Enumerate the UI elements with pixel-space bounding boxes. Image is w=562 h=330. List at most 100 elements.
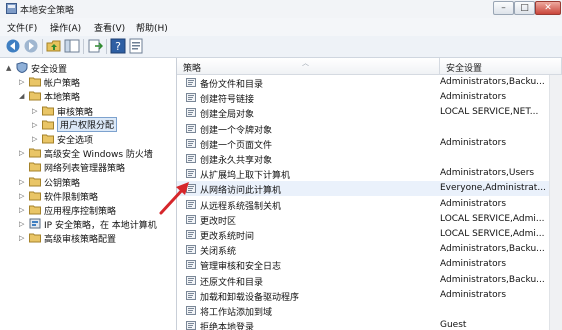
policy-name: 创建永久共享对象 xyxy=(200,156,273,166)
policy-name: 将工作站添加到域 xyxy=(200,308,273,318)
tree-item-label: 审核策略 xyxy=(57,107,94,118)
policy-icon xyxy=(186,229,197,240)
tree-item[interactable]: ▷ 公钥策略 xyxy=(0,175,176,189)
table-row[interactable]: 创建永久共享对象 xyxy=(177,151,562,166)
policy-name: 从扩展坞上取下计算机 xyxy=(200,171,291,182)
ipsec-icon xyxy=(29,218,41,229)
close-button[interactable]: ✕ xyxy=(535,1,561,15)
tree-toggle-icon[interactable]: ▷ xyxy=(19,233,26,243)
policy-icon xyxy=(186,153,197,164)
table-row[interactable]: 创建全局对象 LOCAL SERVICE,NET... xyxy=(177,105,562,120)
forward-icon[interactable] xyxy=(23,38,39,54)
policy-setting: Administrators xyxy=(440,198,507,209)
table-row[interactable]: 还原文件和目录 Administrators,Backu... xyxy=(177,273,562,288)
table-row[interactable]: 将工作站添加到域 xyxy=(177,303,562,318)
menu-file[interactable]: 文件(F) xyxy=(7,21,37,34)
table-row[interactable]: 从远程系统强制关机 Administrators xyxy=(177,197,562,212)
policy-list-pane: 策略 ︿ 安全设置 备份文件和目录 Administrators,Backu...… xyxy=(177,58,562,330)
tree-toggle-icon[interactable]: ▷ xyxy=(19,177,26,187)
tree-item-label: IP 安全策略，在 本地计算机 xyxy=(44,221,157,232)
annotation-arrow-icon xyxy=(159,182,189,215)
tree-item[interactable]: ▲ 安全设置 xyxy=(0,61,176,75)
show-tree-icon[interactable] xyxy=(64,38,80,54)
shield-icon xyxy=(16,61,28,74)
table-row[interactable]: 更改时区 LOCAL SERVICE,Admi... xyxy=(177,212,562,227)
folder-icon xyxy=(29,161,41,172)
tree-item[interactable]: ◢ 本地策略 xyxy=(0,89,176,103)
tree-toggle-icon[interactable]: ▷ xyxy=(19,191,26,201)
folder-icon xyxy=(29,190,41,201)
tree-item[interactable]: ▷ 安全选项 xyxy=(0,132,176,146)
policy-icon xyxy=(186,290,197,301)
table-row[interactable]: 加载和卸载设备驱动程序 Administrators xyxy=(177,288,562,303)
tree-toggle-icon[interactable]: ◢ xyxy=(19,91,26,101)
table-row[interactable]: 更改系统时间 LOCAL SERVICE,Admi... xyxy=(177,227,562,242)
policy-setting: Administrators,Backu... xyxy=(440,77,545,87)
tree-pane: ▲ 安全设置 ▷ 帐户策略 ◢ 本地策略 ▷ 审核策略 ▷ 用户权限分配 ▷ 安全选项 ▷ 高级安全 Wi… xyxy=(0,58,177,330)
policy-name: 从远程系统强制关机 xyxy=(200,201,282,212)
tree-item-label: 本地策略 xyxy=(44,93,81,104)
tree-item-label: 应用程序控制策略 xyxy=(44,207,117,217)
policy-name: 创建全局对象 xyxy=(200,110,255,121)
table-row[interactable]: 创建一个页面文件 Administrators xyxy=(177,136,562,151)
tree-toggle-icon[interactable]: ▷ xyxy=(19,77,26,87)
tree-toggle-icon[interactable] xyxy=(19,162,26,172)
menu-action[interactable]: 操作(A) xyxy=(50,21,81,34)
tree-item-label: 软件限制策略 xyxy=(44,192,99,203)
table-row[interactable]: 关闭系统 Administrators,Backu... xyxy=(177,242,562,257)
tree-item-label: 高级安全 Windows 防火墙 xyxy=(44,150,153,161)
app-icon xyxy=(6,3,17,14)
policy-name: 拒绝本地登录 xyxy=(200,323,255,330)
export-icon[interactable] xyxy=(87,38,103,54)
tree-item[interactable]: ▷ 帐户策略 xyxy=(0,75,176,89)
table-row[interactable]: 拒绝本地登录 Guest xyxy=(177,318,562,330)
tree-item[interactable]: ▷ IP 安全策略，在 本地计算机 xyxy=(0,217,176,231)
policy-setting: Everyone,Administrat... xyxy=(440,183,546,194)
tree-item[interactable]: ▷ 高级审核策略配置 xyxy=(0,231,176,245)
tree-item[interactable]: ▷ 用户权限分配 xyxy=(0,116,176,132)
tree-toggle-icon[interactable]: ▷ xyxy=(32,134,39,144)
tree-item[interactable]: ▷ 应用程序控制策略 xyxy=(0,203,176,217)
properties-icon[interactable] xyxy=(128,38,144,54)
tree-toggle-icon[interactable]: ▷ xyxy=(32,120,39,130)
table-row[interactable]: 创建符号链接 Administrators xyxy=(177,90,562,105)
tree-toggle-icon[interactable]: ▷ xyxy=(19,205,26,215)
tree-item[interactable]: ▷ 软件限制策略 xyxy=(0,189,176,203)
tree-toggle-icon[interactable]: ▲ xyxy=(6,63,13,73)
policy-icon xyxy=(186,107,197,118)
column-header-policy[interactable]: 策略 ︿ xyxy=(177,58,440,75)
vertical-scrollbar[interactable] xyxy=(549,75,562,330)
tree-toggle-icon[interactable]: ▷ xyxy=(32,106,39,116)
folder-icon xyxy=(29,147,41,158)
toolbar-separator xyxy=(42,39,43,54)
column-header-setting[interactable]: 安全设置 xyxy=(440,58,562,75)
policy-setting: Administrators xyxy=(440,289,507,300)
minimize-button[interactable]: – xyxy=(493,1,514,15)
tree-item[interactable]: 网络列表管理器策略 xyxy=(0,160,176,174)
menu-help[interactable]: 帮助(H) xyxy=(136,21,168,34)
folder-icon xyxy=(29,176,41,187)
toolbar-separator xyxy=(106,39,107,54)
column-header-policy-label: 策略 xyxy=(183,64,202,74)
policy-name: 管理审核和安全日志 xyxy=(200,262,282,273)
tree-item[interactable]: ▷ 审核策略 xyxy=(0,104,176,118)
tree-item[interactable]: ▷ 高级安全 Windows 防火墙 xyxy=(0,146,176,160)
table-row[interactable]: 从网络访问此计算机 Everyone,Administrat... xyxy=(177,181,562,197)
policy-icon xyxy=(186,138,197,149)
table-row[interactable]: 管理审核和安全日志 Administrators xyxy=(177,257,562,272)
menu-view[interactable]: 查看(V) xyxy=(94,21,125,34)
table-row[interactable]: 备份文件和目录 Administrators,Backu... xyxy=(177,75,562,90)
back-icon[interactable] xyxy=(5,38,21,54)
folder-up-icon[interactable] xyxy=(46,38,62,54)
policy-setting: Administrators,Backu... xyxy=(440,274,545,285)
policy-icon xyxy=(186,305,197,316)
help-icon[interactable]: ? xyxy=(110,38,126,54)
policy-icon xyxy=(186,275,197,286)
tree-toggle-icon[interactable]: ▷ xyxy=(19,148,26,158)
maximize-button[interactable]: □ xyxy=(514,1,535,15)
table-row[interactable]: 从扩展坞上取下计算机 Administrators,Users xyxy=(177,166,562,181)
tree-toggle-icon[interactable]: ▷ xyxy=(19,219,26,229)
toolbar: ? xyxy=(0,36,562,58)
policy-setting: Guest xyxy=(440,320,467,330)
table-row[interactable]: 创建一个令牌对象 xyxy=(177,121,562,136)
